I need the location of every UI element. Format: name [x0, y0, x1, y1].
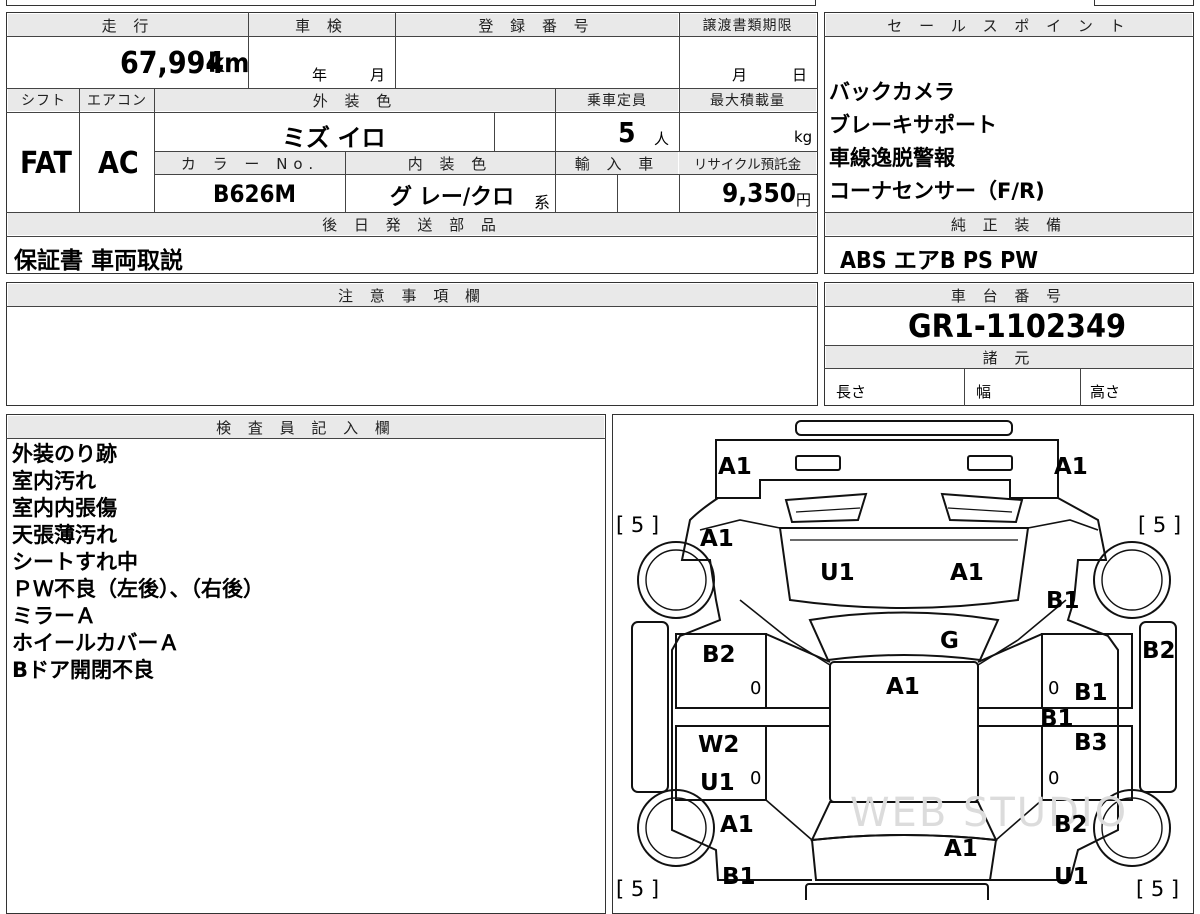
front-emblem-bar [795, 420, 1013, 436]
tire-left-front: [ 5 ] [616, 513, 659, 537]
windshield [808, 611, 1000, 662]
left-side-rail [631, 621, 669, 793]
hood-right: A1 [950, 560, 984, 586]
tire-right-front: [ 5 ] [1138, 513, 1181, 537]
left-rear-door-zero: 0 [750, 768, 761, 789]
right-rear-door-zero: 0 [1048, 768, 1059, 789]
left-front-fender: A1 [700, 526, 734, 552]
right-rear-bumper-damage: U1 [1054, 864, 1089, 890]
right-rocker-damage: B1 [1040, 706, 1074, 732]
left-rear-bumper-damage: B1 [722, 864, 756, 890]
front-bumper-left: A1 [718, 454, 752, 480]
right-pillar-damage: B2 [1142, 638, 1176, 664]
car-diagram: WEB STUDIO [ 5 ] [ 5 ] [ 5 ] [ 5 ] A1 A1… [616, 420, 1181, 900]
rear-gate-damage: A1 [944, 836, 978, 862]
roof-damage: A1 [886, 674, 920, 700]
fog-lamp-right [967, 455, 1013, 471]
right-front-door-zero: 0 [1048, 678, 1059, 699]
right-rear-fender-damage: B2 [1054, 812, 1088, 838]
right-front-door-damage: B1 [1074, 680, 1108, 706]
left-front-door-damage: B2 [702, 642, 736, 668]
left-front-door-zero: 0 [750, 678, 761, 699]
hood-left: U1 [820, 560, 855, 586]
left-rear-fender-damage: A1 [720, 812, 754, 838]
right-front-fender: B1 [1046, 588, 1080, 614]
wheel-left-rear [637, 789, 715, 867]
tire-right-rear: [ 5 ] [1136, 877, 1179, 900]
front-bumper-right: A1 [1054, 454, 1088, 480]
tire-left-rear: [ 5 ] [616, 877, 659, 900]
windshield-damage: G [940, 628, 959, 654]
right-rear-door-damage: B3 [1074, 730, 1108, 756]
left-rear-door-damage-b: U1 [700, 770, 735, 796]
wheel-left-front [637, 541, 715, 619]
fog-lamp-left [795, 455, 841, 471]
left-rear-door-damage-a: W2 [698, 732, 739, 758]
wheel-right-front [1093, 541, 1171, 619]
rear-bumper [805, 883, 989, 900]
